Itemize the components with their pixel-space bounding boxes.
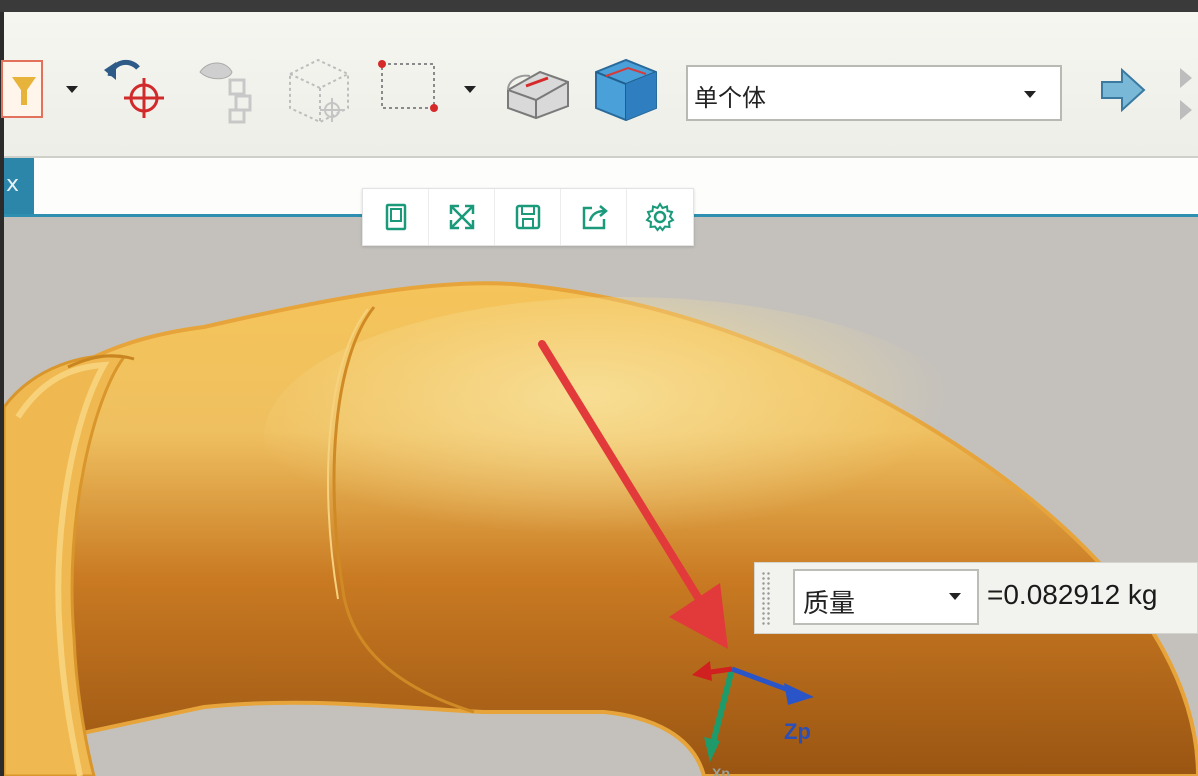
- tab-close-icon[interactable]: x: [6, 172, 19, 197]
- drag-grip-handle[interactable]: [761, 571, 771, 627]
- apply-arrow-icon[interactable]: [1098, 66, 1148, 116]
- save-icon: [515, 204, 540, 230]
- measure-volume-icon[interactable]: [588, 52, 664, 126]
- save-button[interactable]: [495, 189, 561, 245]
- triad-x-label: Xp: [712, 765, 730, 776]
- elbow-pipe-model: [4, 281, 1198, 776]
- measure-type-dropdown-arrow: [949, 593, 961, 600]
- measurement-result-panel: 质量 =0.082912 kg: [754, 562, 1198, 634]
- bounding-box-icon[interactable]: [280, 50, 360, 130]
- chain-link-icon[interactable]: [190, 52, 264, 126]
- floating-mini-toolbar: [362, 188, 694, 246]
- fit-view-button[interactable]: [429, 189, 495, 245]
- ribbon-toolbar: 单个体: [1, 12, 1198, 158]
- filter-icon[interactable]: [0, 57, 50, 121]
- graphics-viewport[interactable]: Zp Xp: [4, 217, 1198, 776]
- body-type-select[interactable]: 单个体: [686, 65, 1062, 121]
- measure-result-value: =0.082912 kg: [987, 579, 1158, 610]
- filter-dropdown-arrow[interactable]: [66, 86, 78, 93]
- window-top-strip: [0, 0, 1198, 12]
- gear-icon: [645, 202, 675, 232]
- selection-box-icon[interactable]: [374, 56, 444, 122]
- active-tab[interactable]: x: [4, 158, 34, 214]
- fit-view-icon: [449, 204, 474, 230]
- select-page-icon: [385, 203, 406, 231]
- select-page-button[interactable]: [363, 189, 429, 245]
- selection-dropdown-arrow[interactable]: [464, 86, 476, 93]
- body-type-dropdown-arrow: [1024, 91, 1036, 98]
- triad-z-label: Zp: [784, 719, 811, 744]
- measure-body-icon[interactable]: [500, 56, 576, 122]
- share-icon: [582, 205, 608, 230]
- measure-type-value: 质量: [803, 589, 856, 619]
- measure-type-select[interactable]: 质量: [793, 569, 979, 625]
- share-button[interactable]: [561, 189, 627, 245]
- settings-button[interactable]: [627, 189, 693, 245]
- body-type-select-value: 单个体: [694, 84, 766, 112]
- more-tools-icon[interactable]: [1174, 62, 1198, 126]
- undo-point-icon[interactable]: [100, 52, 170, 122]
